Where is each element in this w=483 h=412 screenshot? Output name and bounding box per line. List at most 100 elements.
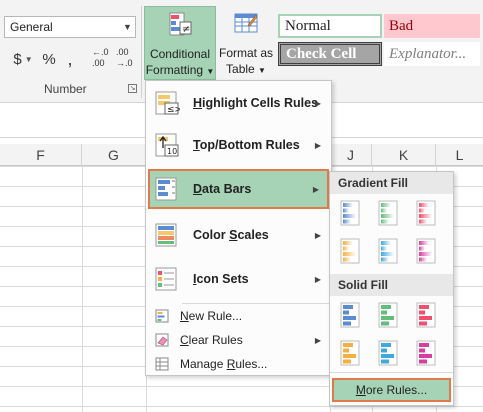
column-header-f[interactable]: F — [0, 144, 82, 166]
newrule-label-post: ew Rule... — [188, 309, 243, 323]
format-as-table-label: Format as — [218, 46, 273, 60]
menu-item-icon-sets[interactable]: Icon Sets ▶ — [148, 259, 329, 299]
dec-decimal-bottom: →.0 — [116, 58, 133, 68]
menu-label-newrule: New Rule... — [180, 309, 242, 323]
accounting-format-button[interactable]: $ ▼ — [8, 48, 38, 70]
menu-item-color-scales[interactable]: Color Scales ▶ — [148, 215, 329, 255]
currency-symbol: $ — [13, 50, 22, 68]
new-rule-icon — [155, 309, 169, 323]
conditional-formatting-icon: ≠ — [169, 12, 192, 36]
databars-label-accel: D — [193, 182, 203, 196]
chevron-down-icon: ▼ — [258, 66, 266, 75]
highlight-label-accel: H — [193, 96, 203, 110]
inc-decimal-top: ←.0 — [92, 47, 109, 57]
data-bars-icon — [155, 177, 177, 201]
topbottom-label-accel: T — [193, 138, 200, 152]
colorscales-label-pre: Color — [193, 228, 230, 242]
group-label-number: Number — [44, 82, 87, 96]
solid-fill-heading: Solid Fill — [330, 274, 453, 296]
menu-label-highlight: Highlight Cells Rules — [193, 96, 318, 110]
inc-decimal-bottom: .00 — [92, 58, 105, 68]
menu-item-manage-rules[interactable]: Manage Rules... — [148, 353, 329, 375]
menu-label-managerules: Manage Rules... — [180, 357, 267, 371]
iconsets-label-post: con Sets — [196, 272, 249, 286]
column-header-g[interactable]: G — [82, 144, 146, 166]
percent-style-button[interactable]: % — [40, 48, 58, 70]
menu-item-clear-rules[interactable]: Clear Rules ▶ — [148, 329, 329, 351]
cell-style-bad[interactable]: Bad — [384, 14, 480, 38]
solid-orange-data-bar[interactable] — [340, 340, 362, 366]
managerules-label-post: ules... — [235, 357, 268, 371]
ribbon-separator — [141, 6, 142, 98]
menu-label-clearrules: Clear Rules — [180, 333, 243, 347]
menu-label-colorscales: Color Scales — [193, 228, 269, 242]
solid-blue-data-bar[interactable] — [340, 302, 362, 328]
menu-item-top-bottom-rules[interactable]: 10 Top/Bottom Rules ▶ — [148, 125, 329, 165]
solid-light-blue-data-bar[interactable] — [378, 340, 400, 366]
column-header-l[interactable]: L — [436, 144, 483, 166]
format-as-table-label-2: Table ▼ — [218, 62, 274, 76]
menu-separator — [182, 303, 330, 304]
managerules-label-pre: Manage — [180, 357, 227, 371]
gradient-fill-heading: Gradient Fill — [330, 172, 453, 194]
conditional-formatting-button[interactable]: ≠ Conditional Formatting ▼ — [144, 6, 216, 80]
dec-decimal-top: .00 — [116, 47, 129, 57]
decrease-decimal-button[interactable]: .00 →.0 — [114, 46, 140, 72]
format-as-table-icon — [234, 13, 258, 33]
menu-item-new-rule[interactable]: New Rule... — [148, 305, 329, 327]
colorscales-label-post: cales — [237, 228, 269, 242]
color-scales-icon — [155, 223, 177, 247]
menu-item-highlight-cells-rules[interactable]: ≤> Highlight Cells Rules ▶ — [148, 83, 329, 123]
conditional-formatting-label: Conditional — [149, 47, 211, 61]
comma-style-button[interactable]: , — [62, 48, 78, 70]
cell-style-check-cell[interactable]: Check Cell — [278, 42, 382, 66]
solid-green-data-bar[interactable] — [378, 302, 400, 328]
highlight-cells-icon: ≤> — [155, 91, 180, 115]
clearrules-label-post: lear Rules — [188, 333, 243, 347]
column-header-j[interactable]: J — [330, 144, 372, 166]
increase-decimal-button[interactable]: ←.0 .00 — [90, 46, 116, 72]
comma-symbol: , — [67, 48, 73, 69]
eraser-icon — [155, 333, 169, 347]
chevron-down-icon: ▼ — [24, 54, 33, 64]
more-rules-label-accel: M — [355, 383, 366, 397]
cell-style-explanatory[interactable]: Explanator... — [384, 42, 480, 66]
number-format-dropdown[interactable]: General ▼ — [4, 16, 136, 38]
gradient-blue-data-bar[interactable] — [340, 200, 362, 226]
gradient-green-data-bar[interactable] — [378, 200, 400, 226]
chevron-down-icon[interactable]: ▼ — [119, 17, 135, 37]
percent-symbol: % — [42, 50, 56, 68]
dialog-launcher-icon[interactable]: ↘ — [128, 84, 137, 93]
menu-label-topbottom: Top/Bottom Rules — [193, 138, 300, 152]
gradient-light-blue-data-bar[interactable] — [378, 238, 400, 264]
chevron-right-icon: ▶ — [314, 140, 321, 150]
gradient-purple-data-bar[interactable] — [416, 238, 438, 264]
data-bars-submenu: Gradient Fill Solid Fill More Rules... — [329, 171, 454, 406]
submenu-separator — [330, 372, 453, 373]
gradient-orange-data-bar[interactable] — [340, 238, 362, 264]
chevron-right-icon: ▶ — [314, 335, 321, 345]
grid-row-line — [0, 406, 483, 407]
databars-label-post: ata Bars — [202, 182, 252, 196]
clearrules-label-accel: C — [180, 333, 189, 347]
newrule-label-accel: N — [180, 309, 189, 323]
solid-purple-data-bar[interactable] — [416, 340, 438, 366]
chevron-right-icon: ▶ — [314, 230, 321, 240]
menu-item-data-bars[interactable]: Data Bars ▶ — [148, 169, 329, 209]
grid-column-line — [82, 166, 83, 412]
conditional-formatting-label-line2: Formatting — [145, 63, 204, 77]
icon-sets-icon — [155, 267, 177, 291]
more-rules-button[interactable]: More Rules... — [332, 378, 451, 402]
conditional-formatting-label-2: Formatting ▼ — [145, 63, 215, 77]
svg-text:≤>: ≤> — [167, 105, 180, 115]
format-as-table-label-line2: Table — [226, 62, 255, 76]
topbottom-label-post: op/Bottom Rules — [199, 138, 300, 152]
solid-red-data-bar[interactable] — [416, 302, 438, 328]
cell-style-normal[interactable]: Normal — [278, 14, 382, 38]
svg-text:≠: ≠ — [182, 24, 190, 35]
highlight-label-post: ighlight Cells Rules — [202, 96, 319, 110]
column-header-k[interactable]: K — [372, 144, 436, 166]
format-as-table-button[interactable]: Format as Table ▼ — [218, 6, 274, 80]
svg-text:10: 10 — [167, 147, 177, 156]
gradient-red-data-bar[interactable] — [416, 200, 438, 226]
